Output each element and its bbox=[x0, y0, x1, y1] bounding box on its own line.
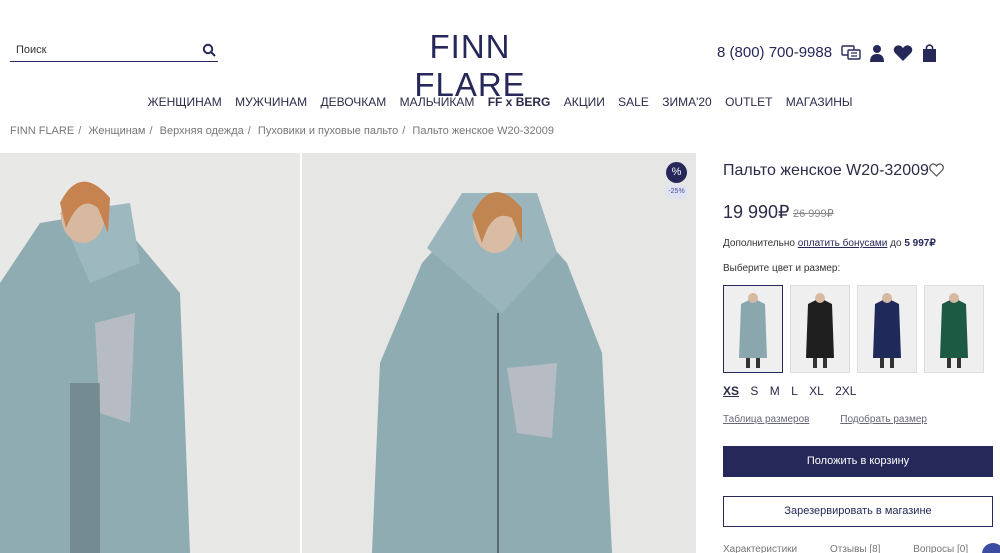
pick-size-link[interactable]: Подобрать размер bbox=[840, 414, 927, 425]
nav-promotions[interactable]: АКЦИИ bbox=[564, 95, 605, 109]
search-bar bbox=[10, 40, 218, 62]
product-photo[interactable] bbox=[302, 153, 696, 553]
breadcrumb-item[interactable]: FINN FLARE bbox=[10, 125, 74, 137]
bonus-prefix: Дополнительно bbox=[723, 238, 795, 249]
search-icon[interactable] bbox=[202, 43, 216, 57]
nav-sale[interactable]: SALE bbox=[618, 95, 649, 109]
bonus-amount: 5 997₽ bbox=[904, 238, 936, 249]
cart-icon[interactable] bbox=[920, 44, 940, 62]
choose-label: Выберите цвет и размер: bbox=[723, 263, 841, 274]
main-nav: ЖЕНЩИНАМ МУЖЧИНАМ ДЕВОЧКАМ МАЛЬЧИКАМ FF … bbox=[0, 95, 1000, 113]
nav-girls[interactable]: ДЕВОЧКАМ bbox=[321, 95, 387, 109]
discount-percent-badge: % bbox=[666, 162, 687, 183]
nav-men[interactable]: МУЖЧИНАМ bbox=[235, 95, 307, 109]
product-old-price: 26 999₽ bbox=[793, 208, 834, 220]
size-option-xs[interactable]: XS bbox=[723, 384, 739, 398]
tab-characteristics[interactable]: Характеристики bbox=[723, 544, 797, 553]
nav-outlet[interactable]: OUTLET bbox=[725, 95, 772, 109]
site-header: FINN FLARE 8 (800) 700-9988 bbox=[0, 0, 1000, 103]
color-swatch-green[interactable] bbox=[924, 285, 984, 373]
size-option-2xl[interactable]: 2XL bbox=[835, 384, 856, 398]
bonus-info: Дополнительно оплатить бонусами до 5 997… bbox=[723, 238, 936, 249]
finn-flare-logo[interactable]: FINN FLARE bbox=[372, 28, 568, 103]
breadcrumb-item[interactable]: Верхняя одежда bbox=[160, 125, 244, 137]
size-selector: XS S M L XL 2XL bbox=[723, 384, 864, 398]
color-swatch-blue[interactable] bbox=[723, 285, 783, 373]
discount-value-badge: -25% bbox=[666, 185, 687, 199]
product-title: Пальто женское W20-32009 bbox=[723, 162, 929, 179]
size-option-m[interactable]: M bbox=[770, 384, 780, 398]
nav-winter[interactable]: ЗИМА'20 bbox=[662, 95, 712, 109]
tab-reviews[interactable]: Отзывы [8] bbox=[830, 544, 881, 553]
swatch-thumbnail bbox=[791, 286, 849, 372]
color-swatch-navy[interactable] bbox=[857, 285, 917, 373]
nav-stores[interactable]: МАГАЗИНЫ bbox=[786, 95, 853, 109]
bonus-link[interactable]: оплатить бонусами bbox=[798, 238, 888, 249]
reserve-in-store-button[interactable]: Зарезервировать в магазине bbox=[723, 496, 993, 527]
tab-questions[interactable]: Вопросы [0] bbox=[913, 544, 968, 553]
add-to-cart-button[interactable]: Положить в корзину bbox=[723, 446, 993, 477]
size-option-l[interactable]: L bbox=[791, 384, 798, 398]
heart-icon[interactable] bbox=[893, 44, 913, 62]
size-option-s[interactable]: S bbox=[750, 384, 758, 398]
breadcrumb-item[interactable]: Женщинам bbox=[88, 125, 145, 137]
product-price: 19 990₽ bbox=[723, 202, 790, 222]
nav-women[interactable]: ЖЕНЩИНАМ bbox=[148, 95, 222, 109]
product-photo[interactable] bbox=[0, 153, 300, 553]
size-option-xl[interactable]: XL bbox=[809, 384, 824, 398]
nav-boys[interactable]: МАЛЬЧИКАМ bbox=[400, 95, 475, 109]
breadcrumb-current: Пальто женское W20-32009 bbox=[412, 125, 554, 137]
model-photo-image bbox=[0, 153, 300, 553]
favorite-heart-icon[interactable] bbox=[929, 163, 944, 177]
search-input[interactable] bbox=[10, 40, 190, 60]
swatch-thumbnail bbox=[925, 286, 983, 372]
swatch-thumbnail bbox=[724, 286, 782, 372]
breadcrumb: FINN FLARE / Женщинам / Верхняя одежда / Пу… bbox=[10, 125, 554, 137]
model-photo-image bbox=[302, 153, 696, 553]
size-links: Таблица размеров Подобрать размер bbox=[723, 414, 927, 425]
chat-icon[interactable] bbox=[841, 44, 861, 62]
phone-number[interactable]: 8 (800) 700-9988 bbox=[717, 44, 832, 61]
color-swatch-black[interactable] bbox=[790, 285, 850, 373]
breadcrumb-item[interactable]: Пуховики и пуховые пальто bbox=[258, 125, 398, 137]
user-icon[interactable] bbox=[867, 44, 887, 62]
bonus-mid: до bbox=[890, 238, 902, 249]
nav-ff-berg[interactable]: FF x BERG bbox=[488, 95, 551, 109]
size-table-link[interactable]: Таблица размеров bbox=[723, 414, 809, 425]
product-tabs: Характеристики Отзывы [8] Вопросы [0] bbox=[723, 544, 998, 553]
swatch-thumbnail bbox=[858, 286, 916, 372]
